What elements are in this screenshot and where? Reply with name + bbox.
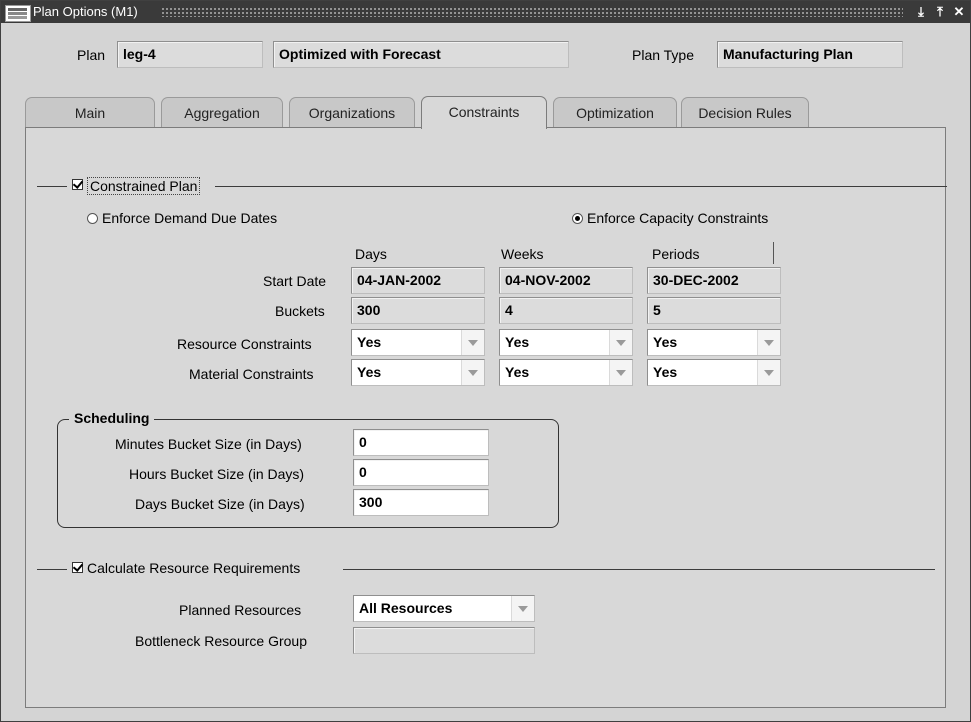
tab-aggregation[interactable]: Aggregation [161,97,283,127]
plan-type-label: Plan Type [632,47,695,63]
title-bar-grip [161,7,903,17]
select-value: Yes [357,334,382,350]
select-value: Yes [505,334,530,350]
chevron-down-icon[interactable] [461,360,484,385]
constrained-plan-label: Constrained Plan [87,177,201,195]
maximize-icon[interactable]: ⤒ [932,3,948,20]
start-date-label: Start Date [263,273,327,289]
constrained-plan-checkbox[interactable] [72,179,83,190]
material-constraints-periods-select[interactable]: Yes [647,359,781,386]
enforce-demand-label: Enforce Demand Due Dates [102,210,278,226]
tab-organizations[interactable]: Organizations [289,97,415,127]
buckets-label: Buckets [275,303,325,319]
chevron-down-icon[interactable] [757,360,780,385]
start-date-periods-field[interactable]: 30-DEC-2002 [647,267,781,294]
column-resize-handle[interactable] [773,242,774,264]
tab-optimization[interactable]: Optimization [553,97,677,127]
chevron-down-icon[interactable] [757,330,780,355]
close-icon[interactable]: ✕ [951,3,967,20]
resource-constraints-days-select[interactable]: Yes [351,329,485,356]
planned-resources-select[interactable]: All Resources [353,595,535,622]
plan-name-field[interactable]: leg-4 [117,41,263,68]
tab-constraints[interactable]: Constraints [421,96,547,129]
minutes-bucket-label: Minutes Bucket Size (in Days) [115,436,302,452]
column-days: Days [355,246,387,262]
hours-bucket-input[interactable]: 0 [353,459,489,486]
days-bucket-label: Days Bucket Size (in Days) [135,496,305,512]
hours-bucket-label: Hours Bucket Size (in Days) [129,466,305,482]
app-icon [5,5,31,22]
material-constraints-weeks-select[interactable]: Yes [499,359,633,386]
buckets-periods-field[interactable]: 5 [647,297,781,324]
planned-resources-label: Planned Resources [179,602,302,618]
start-date-days-field[interactable]: 04-JAN-2002 [351,267,485,294]
minimize-icon[interactable]: ⤓ [913,3,929,20]
resource-constraints-label: Resource Constraints [177,336,312,352]
section-divider [37,569,67,570]
chevron-down-icon[interactable] [511,596,534,621]
chevron-down-icon[interactable] [461,330,484,355]
calculate-resource-checkbox[interactable] [72,562,83,573]
window-title: Plan Options (M1) [33,4,138,19]
column-weeks: Weeks [501,246,544,262]
tab-decision-rules[interactable]: Decision Rules [681,97,809,127]
calculate-resource-label: Calculate Resource Requirements [87,560,301,576]
chevron-down-icon[interactable] [609,330,632,355]
days-bucket-input[interactable]: 300 [353,489,489,516]
section-divider [37,186,67,187]
select-value: Yes [505,364,530,380]
enforce-demand-radio[interactable] [87,213,98,224]
buckets-weeks-field[interactable]: 4 [499,297,633,324]
plan-type-field[interactable]: Manufacturing Plan [717,41,903,68]
minutes-bucket-input[interactable]: 0 [353,429,489,456]
select-value: Yes [357,364,382,380]
material-constraints-days-select[interactable]: Yes [351,359,485,386]
tab-main[interactable]: Main [25,97,155,127]
start-date-weeks-field[interactable]: 04-NOV-2002 [499,267,633,294]
title-bar[interactable]: Plan Options (M1) ⤓ ⤒ ✕ [1,1,970,23]
plan-label: Plan [77,47,106,63]
resource-constraints-weeks-select[interactable]: Yes [499,329,633,356]
section-divider [343,569,935,570]
enforce-capacity-radio[interactable] [572,213,583,224]
column-periods: Periods [652,246,700,262]
select-value: All Resources [359,600,453,616]
bottleneck-resource-field[interactable] [353,627,535,654]
select-value: Yes [653,364,678,380]
chevron-down-icon[interactable] [609,360,632,385]
enforce-capacity-label: Enforce Capacity Constraints [587,210,769,226]
select-value: Yes [653,334,678,350]
bottleneck-resource-label: Bottleneck Resource Group [135,633,307,649]
plan-options-window: Plan Options (M1) ⤓ ⤒ ✕ Plan leg-4 Optim… [0,0,971,722]
section-divider [215,186,947,187]
material-constraints-label: Material Constraints [189,366,314,382]
scheduling-title: Scheduling [69,410,155,426]
buckets-days-field[interactable]: 300 [351,297,485,324]
plan-description-field[interactable]: Optimized with Forecast [273,41,569,68]
resource-constraints-periods-select[interactable]: Yes [647,329,781,356]
